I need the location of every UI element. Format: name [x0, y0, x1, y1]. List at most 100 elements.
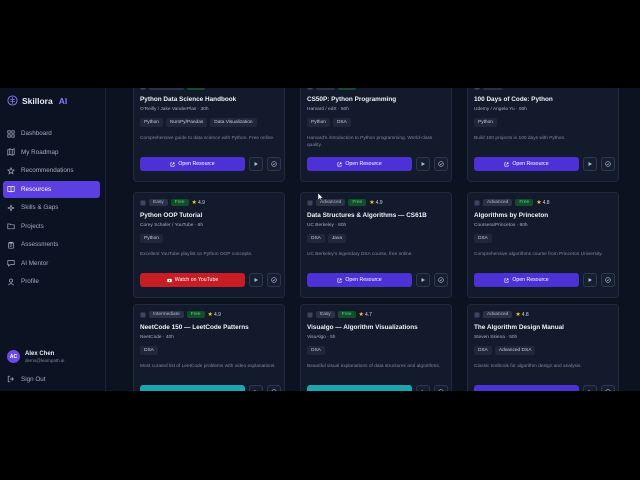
sidebar-item-ai-mentor[interactable]: AI Mentor [3, 255, 100, 272]
resource-card[interactable]: Easy★4.7 100 Days of Code: Python Udemy / … [467, 88, 619, 182]
mark-complete-button[interactable] [434, 385, 448, 391]
sidebar-item-assessments[interactable]: Assessments [3, 236, 100, 253]
sidebar-item-label: Skills & Gaps [21, 204, 59, 211]
resource-card[interactable]: Easy Free ★ 4.9 Python OOP Tutorial Corey Sch… [133, 192, 285, 298]
brand-logo[interactable]: Skillora AI [7, 95, 67, 106]
rating: ★4.9 [359, 88, 372, 90]
play-button[interactable] [583, 157, 597, 171]
sidebar-item-recommendations[interactable]: Recommendations [3, 162, 100, 179]
resource-card[interactable]: IntermediateFree★4.8 Python Data Science … [133, 88, 285, 182]
resource-title[interactable]: CS50P: Python Programming [307, 96, 396, 103]
sidebar-item-my-roadmap[interactable]: My Roadmap [3, 144, 100, 161]
card-actions: Open Resource [140, 157, 281, 171]
card-actions: Open Resource [474, 157, 615, 171]
skill-tag: Data Visualization [210, 118, 257, 127]
resource-title[interactable]: Algorithms by Princeton [474, 212, 548, 219]
tag-list: Python DSA [307, 118, 351, 127]
resource-card[interactable]: Advanced Free ★ 4.8 Algorithms by Princeton C… [467, 192, 619, 298]
resource-author: Corey Schafer / YouTube · 6h [140, 223, 204, 228]
mark-complete-button[interactable] [434, 273, 448, 287]
open-resource-button[interactable]: Watch on YouTube [140, 273, 245, 287]
play-button[interactable] [583, 385, 597, 391]
resource-type-icon [140, 312, 146, 317]
star-icon: ★ [358, 312, 364, 318]
mouse-cursor-icon [318, 193, 323, 201]
check-circle-icon [271, 389, 277, 391]
sidebar-item-label: My Roadmap [21, 148, 59, 156]
skill-tag: Python [140, 118, 163, 127]
play-icon [588, 278, 592, 282]
mark-complete-button[interactable] [267, 157, 281, 171]
tag-list: Python [140, 234, 163, 243]
resource-author: Coursera/Princeton · 60h [474, 223, 528, 228]
resource-card[interactable]: Advanced Free ★ 4.9 Data Structures & Algori… [300, 192, 452, 298]
play-button[interactable] [416, 273, 430, 287]
card-actions: Open Resource [307, 157, 448, 171]
sidebar-item-label: Projects [21, 222, 44, 230]
open-resource-button[interactable] [307, 385, 412, 391]
skill-tag: Advanced DSA [494, 346, 536, 355]
play-button[interactable] [416, 157, 430, 171]
play-button[interactable] [249, 157, 263, 171]
card-badges: Advanced ★ 4.8 [474, 311, 529, 318]
open-resource-button[interactable]: Open Resource [474, 157, 579, 171]
play-icon [588, 162, 592, 166]
sidebar-item-projects[interactable]: Projects [3, 218, 100, 235]
user-icon [7, 278, 15, 285]
open-resource-button[interactable] [140, 385, 245, 391]
resource-title[interactable]: The Algorithm Design Manual [474, 324, 564, 331]
resource-title[interactable]: Python Data Science Handbook [140, 96, 236, 103]
level-badge: Easy [483, 88, 502, 90]
grid-icon [7, 129, 15, 138]
open-resource-button[interactable]: Open Resource [474, 273, 579, 287]
sidebar-item-skills-gaps[interactable]: Skills & Gaps [3, 199, 100, 216]
sidebar-item-profile[interactable]: Profile [3, 273, 100, 290]
play-button[interactable] [249, 385, 263, 391]
sidebar-item-dashboard[interactable]: Dashboard [3, 125, 100, 142]
sign-out-button[interactable]: Sign Out [7, 375, 46, 383]
button-label: Watch on YouTube [174, 277, 219, 283]
mark-complete-button[interactable] [434, 157, 448, 171]
resource-title[interactable]: Data Structures & Algorithms — CS61B [307, 212, 427, 219]
mark-complete-button[interactable] [601, 385, 615, 391]
resource-type-icon [474, 88, 480, 89]
sidebar-item-resources[interactable]: Resources [3, 180, 100, 198]
resource-card[interactable]: Intermediate Free ★ 4.9 NeetCode 150 — LeetC… [133, 304, 285, 391]
open-resource-button[interactable]: Open Resource [140, 157, 245, 171]
resource-card[interactable]: Advanced ★ 4.8 The Algorithm Design Manual S… [467, 304, 619, 391]
play-button[interactable] [249, 273, 263, 287]
user-profile[interactable]: AC Alex Chen demo@learnpath.ai [7, 350, 64, 363]
open-resource-button[interactable]: Open Resource [307, 157, 412, 171]
mark-complete-button[interactable] [601, 157, 615, 171]
level-badge: Easy [316, 311, 335, 318]
open-resource-button[interactable]: Open Resource [307, 273, 412, 287]
free-badge: Free [515, 199, 534, 206]
sidebar-item-label: AI Mentor [21, 259, 49, 267]
resource-title[interactable]: NeetCode 150 — LeetCode Patterns [140, 324, 249, 331]
button-label: Open Resource [512, 277, 549, 283]
rating: ★4.8 [536, 199, 549, 207]
youtube-icon [167, 278, 172, 282]
play-button[interactable] [416, 385, 430, 391]
play-icon [421, 162, 425, 166]
resource-title[interactable]: Python OOP Tutorial [140, 212, 202, 219]
resource-card[interactable]: EasyFree★4.9 CS50P: Python Programming Har… [300, 88, 452, 182]
level-badge: Advanced [483, 311, 513, 318]
resource-title[interactable]: 100 Days of Code: Python [474, 96, 553, 103]
resource-description: Classic textbook for algorithm design an… [474, 364, 582, 369]
mark-complete-button[interactable] [267, 385, 281, 391]
resource-card[interactable]: Easy Free ★ 4.7 Visualgo — Algorithm Visuali… [300, 304, 452, 391]
play-button[interactable] [583, 273, 597, 287]
open-resource-button[interactable] [474, 385, 579, 391]
resource-type-icon [140, 88, 146, 89]
external-link-icon [170, 162, 175, 166]
mark-complete-button[interactable] [267, 273, 281, 287]
sidebar-nav: Dashboard My Roadmap Recommendations Resour… [0, 125, 105, 292]
rating-value: 4.9 [197, 199, 205, 206]
check-circle-icon [271, 161, 277, 167]
resource-title[interactable]: Visualgo — Algorithm Visualizations [307, 324, 418, 331]
level-badge: Intermediate [149, 88, 184, 90]
sidebar: Skillora AI Dashboard My Roadmap Recommenda… [0, 88, 106, 391]
button-label: Open Resource [512, 161, 549, 167]
mark-complete-button[interactable] [601, 273, 615, 287]
